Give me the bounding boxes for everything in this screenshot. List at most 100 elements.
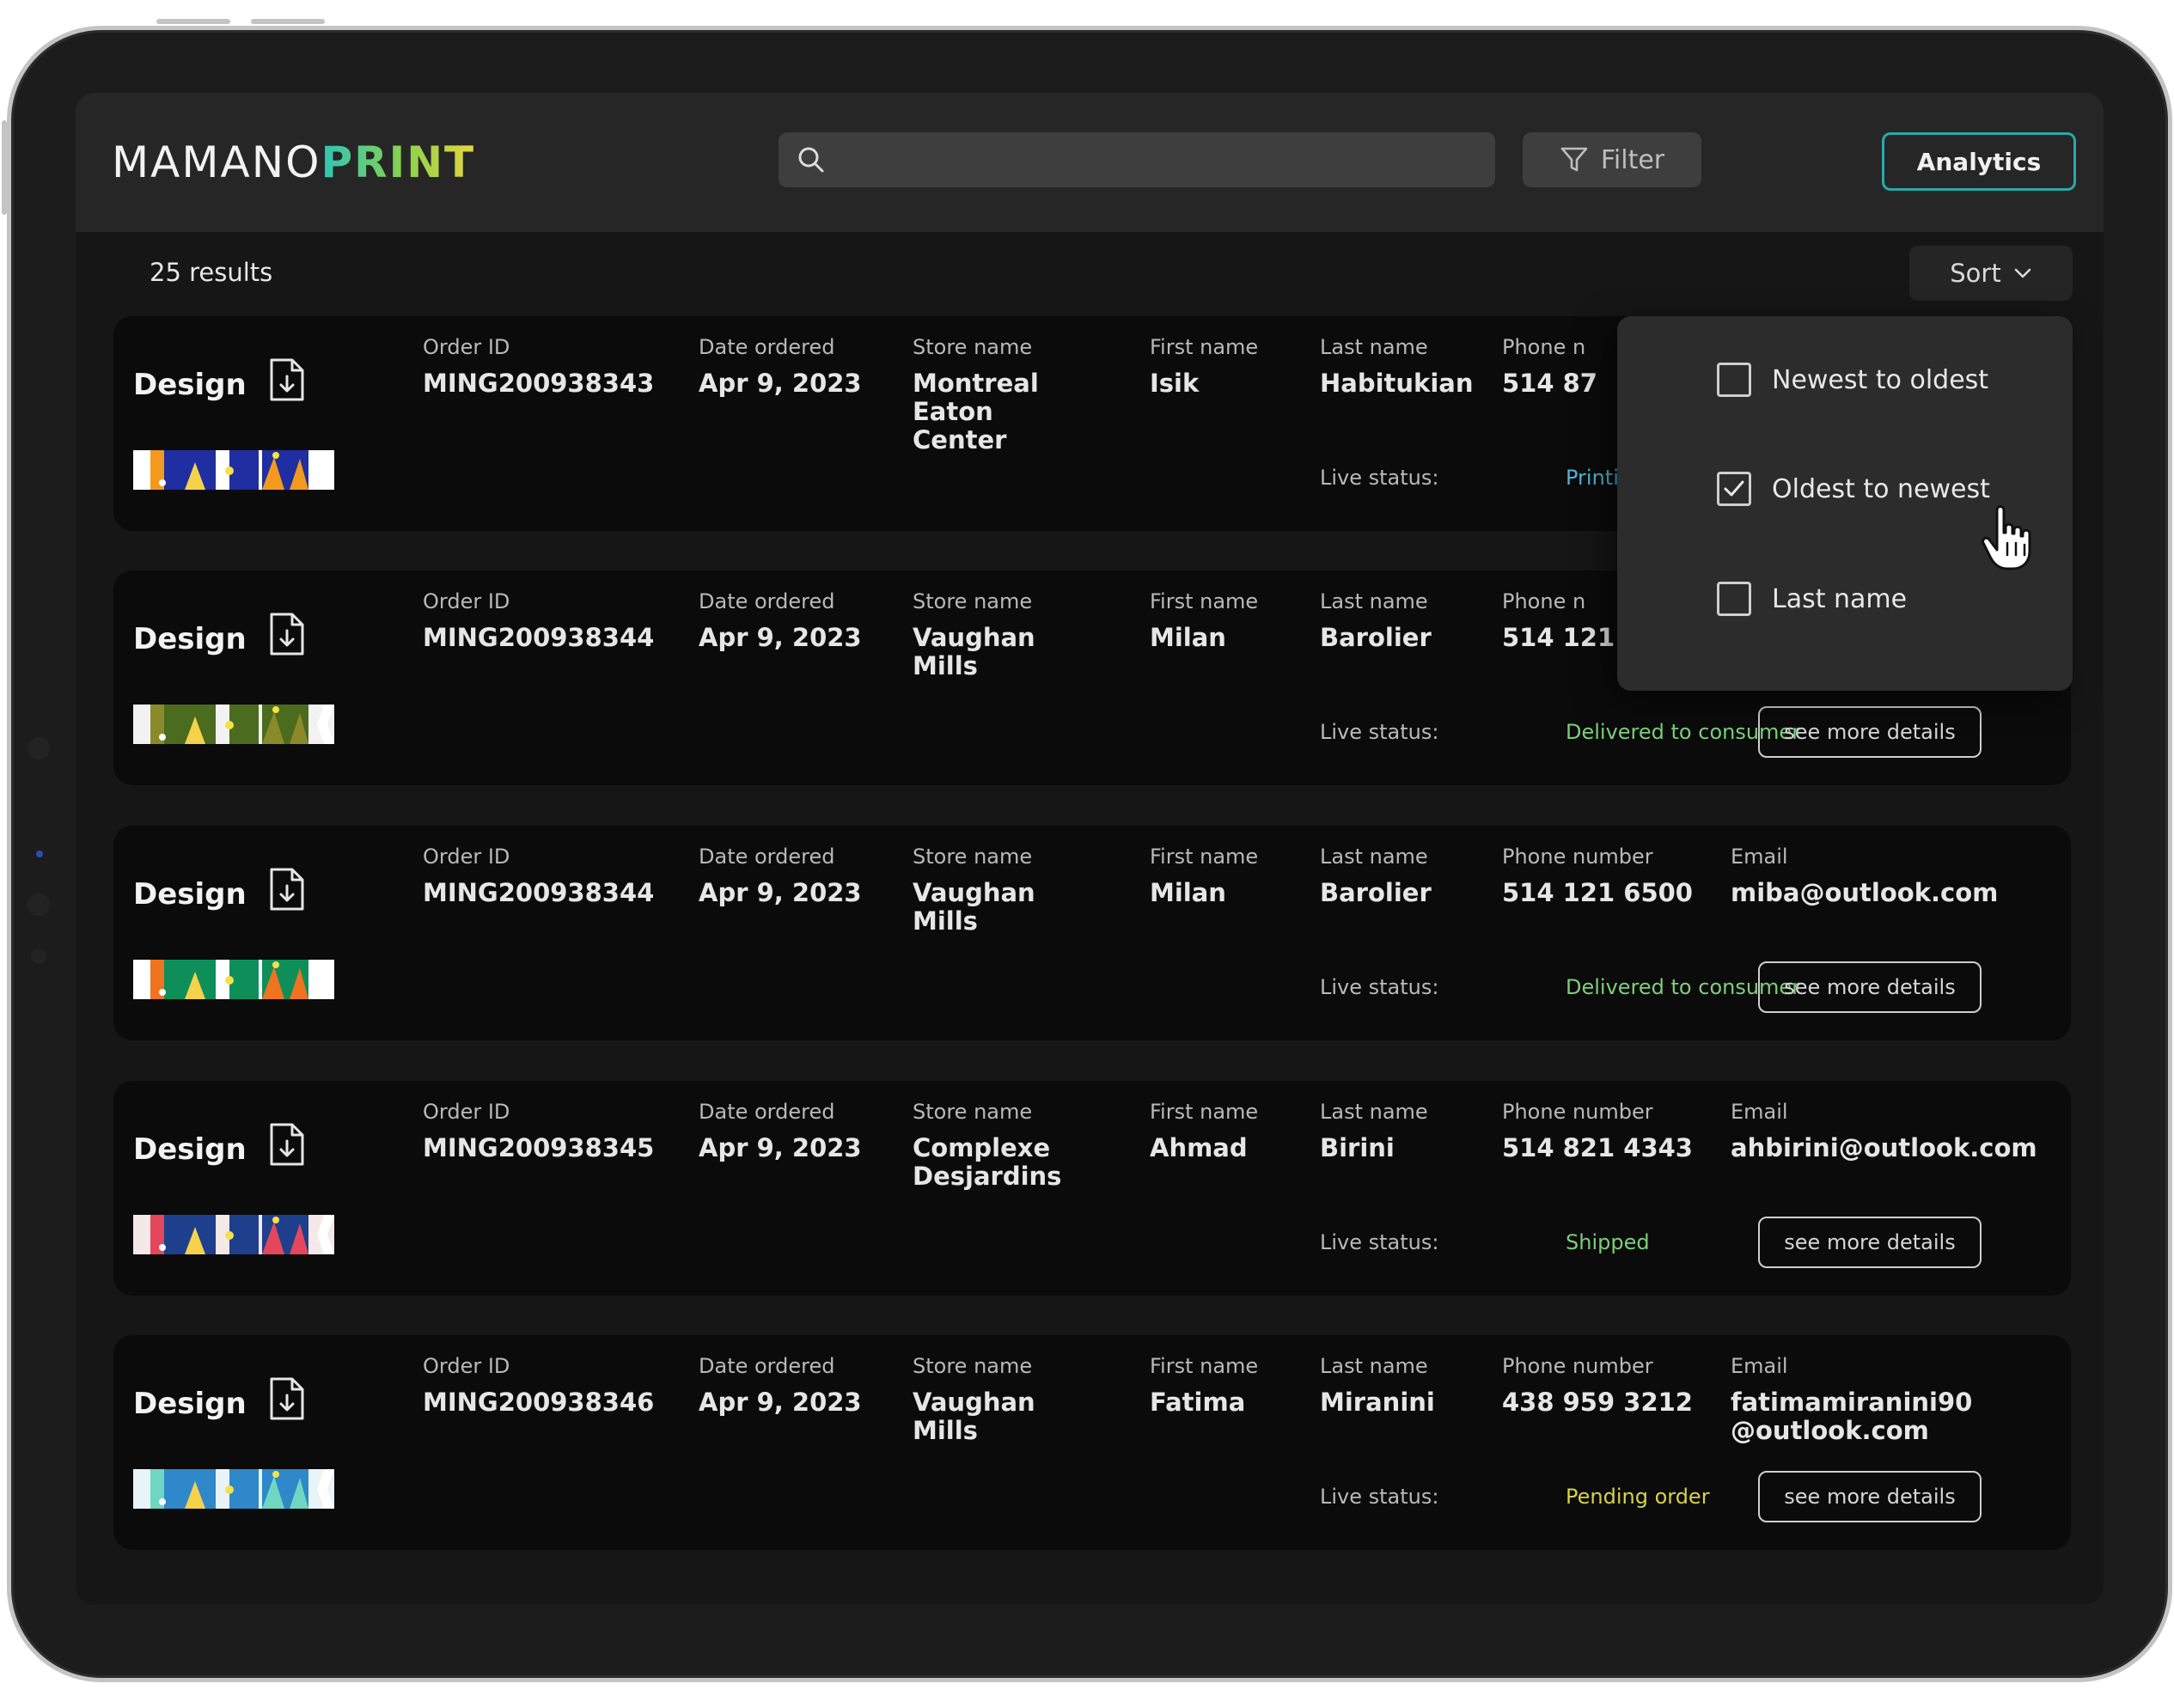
sort-option-label: Oldest to newest <box>1772 473 1990 504</box>
email-label: Email <box>1731 845 1788 869</box>
design-label: Design <box>133 1132 247 1167</box>
analytics-button[interactable]: Analytics <box>1882 132 2076 191</box>
first-name-label: First name <box>1150 1100 1259 1124</box>
hardware-button <box>156 19 230 24</box>
live-status-label: Live status: <box>1320 1485 1439 1509</box>
camera-dot <box>31 949 46 964</box>
email-value[interactable]: miba@outlook.com <box>1731 879 1998 907</box>
store-name-value: Vaughan Mills <box>913 623 1035 680</box>
order-id-label: Order ID <box>423 1100 510 1124</box>
sort-option-oldest[interactable]: Oldest to newest <box>1717 472 1990 506</box>
sort-option-last-name[interactable]: Last name <box>1717 582 1907 616</box>
phone-number-value: 438 959 3212 <box>1502 1388 1693 1417</box>
store-name-label: Store name <box>913 1100 1033 1124</box>
store-name-value: Montreal Eaton Center <box>913 369 1039 454</box>
order-id-value: MING200938344 <box>423 878 655 907</box>
phone-number-label: Phone number <box>1502 1354 1653 1378</box>
phone-number-label: Phone number <box>1502 1100 1653 1124</box>
date-ordered-label: Date ordered <box>699 335 835 359</box>
first-name-value: Milan <box>1150 878 1226 907</box>
checkbox[interactable] <box>1717 363 1751 397</box>
design-thumbnail[interactable] <box>133 1215 334 1254</box>
first-name-label: First name <box>1150 1354 1259 1378</box>
first-name-label: First name <box>1150 589 1259 613</box>
see-more-details-button[interactable]: see more details <box>1758 961 1982 1013</box>
results-count: 25 results <box>150 258 273 287</box>
download-file-icon[interactable] <box>268 612 306 656</box>
first-name-value: Isik <box>1150 369 1200 398</box>
order-id-label: Order ID <box>423 845 510 869</box>
store-name-label: Store name <box>913 335 1033 359</box>
order-id-value: MING200938344 <box>423 623 655 652</box>
see-more-details-button[interactable]: see more details <box>1758 1217 1982 1268</box>
see-more-details-button[interactable]: see more details <box>1758 1471 1982 1522</box>
first-name-value: Fatima <box>1150 1388 1246 1417</box>
phone-number-label: Phone n <box>1502 589 1586 613</box>
date-ordered-value: Apr 9, 2023 <box>699 369 862 398</box>
date-ordered-value: Apr 9, 2023 <box>699 1388 862 1417</box>
last-name-label: Last name <box>1320 1354 1428 1378</box>
brand-name-part2: PRINT <box>321 137 476 187</box>
email-value[interactable]: fatimamiranini90 @outlook.com <box>1731 1388 1988 1445</box>
phone-number-value: 514 87 <box>1502 369 1597 398</box>
email-label: Email <box>1731 1354 1788 1378</box>
download-file-icon[interactable] <box>268 1122 306 1167</box>
last-name-label: Last name <box>1320 1100 1428 1124</box>
phone-number-label: Phone number <box>1502 845 1653 869</box>
design-thumbnail[interactable] <box>133 1469 334 1509</box>
date-ordered-label: Date ordered <box>699 1354 835 1378</box>
download-file-icon[interactable] <box>268 357 306 402</box>
order-card: Design Order ID Date ordered Store name Fir… <box>113 1081 2071 1296</box>
order-id-label: Order ID <box>423 335 510 359</box>
phone-number-value: 514 121 6500 <box>1502 878 1693 907</box>
live-status-value: Shipped <box>1566 1230 1650 1254</box>
download-file-icon[interactable] <box>268 1376 306 1421</box>
camera-dot <box>27 737 50 759</box>
brand-logo[interactable]: MAMANOPRINT <box>112 137 475 187</box>
live-status-value: Pending order <box>1566 1485 1710 1509</box>
order-id-value: MING200938343 <box>423 369 655 398</box>
sort-button[interactable]: Sort <box>1909 246 2073 301</box>
last-name-value: Barolier <box>1320 623 1432 652</box>
see-more-details-button[interactable]: see more details <box>1758 706 1982 758</box>
chevron-down-icon <box>2014 268 2031 278</box>
design-label: Design <box>133 622 247 656</box>
hardware-button <box>251 19 325 24</box>
sort-option-label: Newest to oldest <box>1772 364 1989 395</box>
email-value[interactable]: ahbirini@outlook.com <box>1731 1134 2037 1162</box>
design-thumbnail[interactable] <box>133 705 334 744</box>
order-id-label: Order ID <box>423 589 510 613</box>
store-name-label: Store name <box>913 845 1033 869</box>
date-ordered-value: Apr 9, 2023 <box>699 878 862 907</box>
first-name-value: Ahmad <box>1150 1133 1248 1162</box>
checkbox[interactable] <box>1717 582 1751 616</box>
email-label: Email <box>1731 1100 1788 1124</box>
checkbox-checked[interactable] <box>1717 472 1751 506</box>
last-name-value: Habitukian <box>1320 369 1474 398</box>
sort-option-newest[interactable]: Newest to oldest <box>1717 363 1988 397</box>
download-file-icon[interactable] <box>268 867 306 912</box>
first-name-label: First name <box>1150 845 1259 869</box>
store-name-value: Vaughan Mills <box>913 878 1035 936</box>
design-thumbnail[interactable] <box>133 450 334 490</box>
store-name-label: Store name <box>913 589 1033 613</box>
store-name-value: Vaughan Mills <box>913 1388 1035 1445</box>
design-label: Design <box>133 368 247 402</box>
first-name-value: Milan <box>1150 623 1226 652</box>
phone-number-value: 514 121 <box>1502 623 1615 652</box>
brand-name-part1: MAMANO <box>112 137 321 187</box>
store-name-label: Store name <box>913 1354 1033 1378</box>
design-label: Design <box>133 877 247 912</box>
sort-label: Sort <box>1950 259 2001 288</box>
checkmark-icon <box>1724 480 1744 497</box>
last-name-label: Last name <box>1320 589 1428 613</box>
search-input[interactable] <box>779 132 1495 187</box>
store-name-value: Complexe Desjardins <box>913 1133 1062 1191</box>
phone-number-label: Phone n <box>1502 335 1586 359</box>
last-name-value: Miranini <box>1320 1388 1435 1417</box>
order-id-value: MING200938345 <box>423 1133 655 1162</box>
filter-button[interactable]: Filter <box>1523 132 1701 187</box>
search-icon <box>798 147 824 173</box>
design-thumbnail[interactable] <box>133 960 334 999</box>
order-id-label: Order ID <box>423 1354 510 1378</box>
